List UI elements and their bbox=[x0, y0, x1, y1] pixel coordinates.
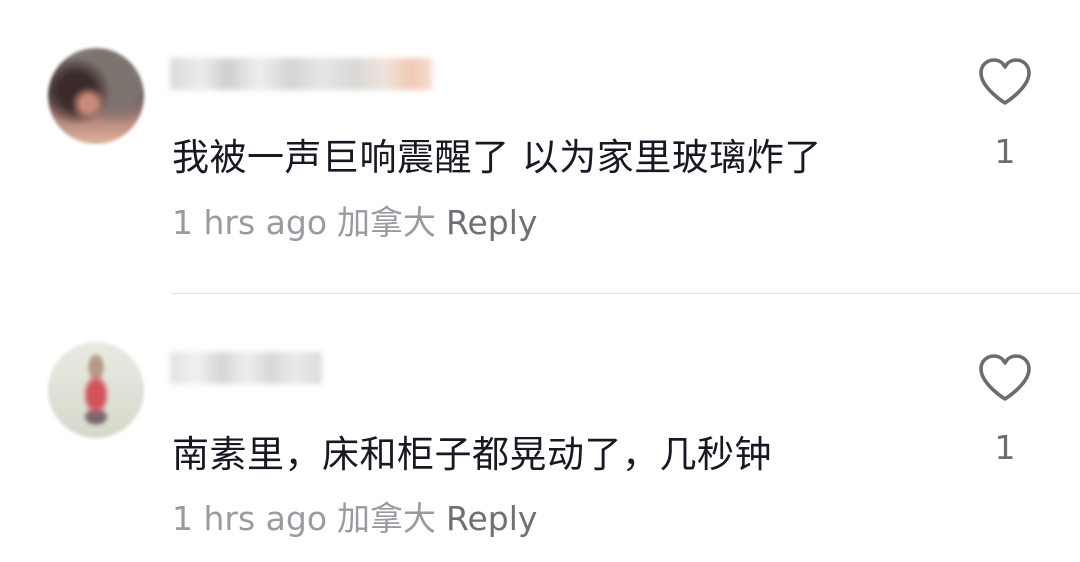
reply-button[interactable]: Reply bbox=[446, 203, 537, 242]
like-count: 1 bbox=[994, 132, 1016, 171]
comment-time: 1 hrs ago bbox=[172, 499, 328, 538]
avatar[interactable] bbox=[48, 48, 144, 144]
comment-text: 我被一声巨响震醒了 以为家里玻璃炸了 bbox=[172, 136, 822, 179]
comment-divider bbox=[172, 293, 1080, 294]
comment-meta: 1 hrs ago 加拿大 Reply bbox=[172, 201, 537, 245]
comment-text: 南素里，床和柜子都晃动了，几秒钟 bbox=[172, 433, 772, 476]
username-blurred[interactable] bbox=[170, 352, 322, 384]
reply-button[interactable]: Reply bbox=[446, 499, 537, 538]
comment-time: 1 hrs ago bbox=[172, 203, 328, 242]
comment-region: 加拿大 bbox=[337, 499, 437, 538]
comment-region: 加拿大 bbox=[337, 203, 437, 242]
avatar[interactable] bbox=[48, 342, 144, 438]
comments-screen: { "comments": [ { "text": "我被一声巨响震醒了 以为家… bbox=[0, 0, 1080, 562]
like-button[interactable]: 1 bbox=[975, 56, 1035, 170]
like-count: 1 bbox=[994, 428, 1016, 467]
heart-outline-icon[interactable] bbox=[977, 56, 1033, 108]
username-blurred[interactable] bbox=[170, 58, 432, 90]
heart-outline-icon[interactable] bbox=[977, 352, 1033, 404]
comment-meta: 1 hrs ago 加拿大 Reply bbox=[172, 497, 537, 541]
like-button[interactable]: 1 bbox=[975, 352, 1035, 466]
